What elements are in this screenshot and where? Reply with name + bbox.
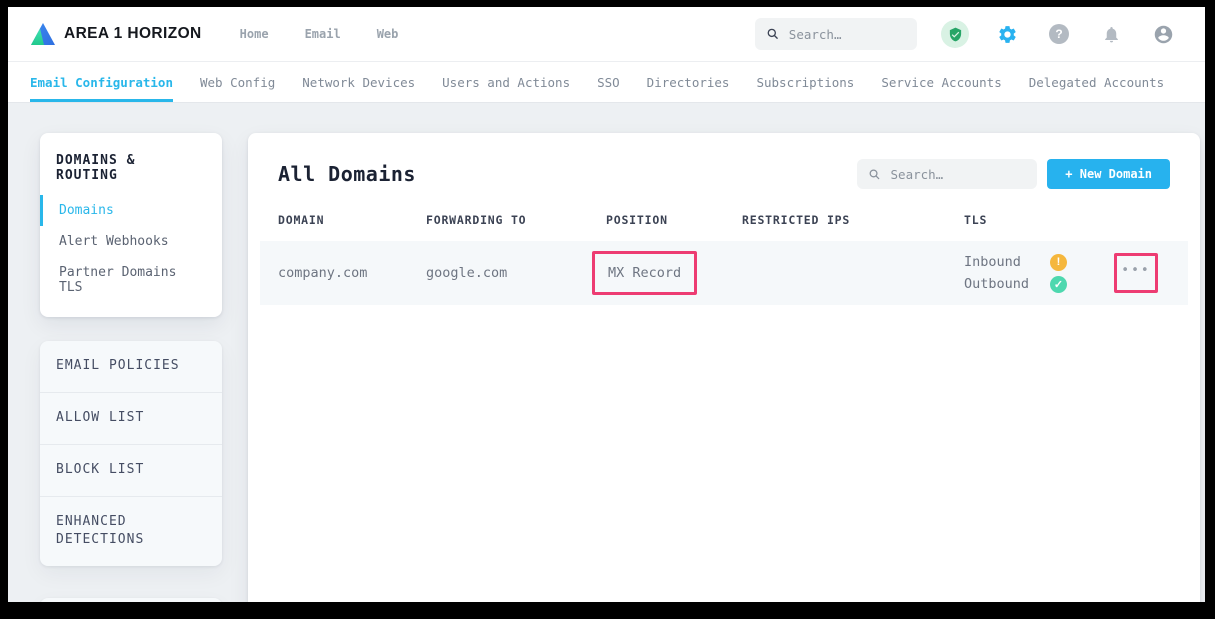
col-tls: TLS: [964, 213, 1114, 227]
cell-forwarding-to: google.com: [426, 265, 606, 281]
tls-outbound-label: Outbound: [964, 276, 1050, 292]
area1-triangle-icon: [30, 22, 56, 46]
col-restricted-ips: RESTRICTED IPS: [742, 213, 964, 227]
position-value-highlighted: MX Record: [592, 251, 697, 295]
brand-logo[interactable]: AREA 1 HORIZON: [30, 22, 202, 46]
all-domains-card: All Domains + New Domain DOMAIN FORWA: [248, 133, 1200, 602]
tab-delegated-accounts[interactable]: Delegated Accounts: [1029, 62, 1164, 102]
top-bar-right: ?: [755, 18, 1177, 50]
row-actions-button-highlighted[interactable]: •••: [1114, 253, 1158, 293]
col-position: POSITION: [606, 213, 742, 227]
page-body: DOMAINS & ROUTING Domains Alert Webhooks…: [8, 103, 1205, 602]
top-bar: AREA 1 HORIZON Home Email Web: [8, 7, 1205, 62]
col-forwarding-to: FORWARDING TO: [426, 213, 606, 227]
security-status-button[interactable]: [941, 20, 969, 48]
cell-tls: Inbound ! Outbound ✓: [964, 254, 1114, 293]
domains-routing-title: DOMAINS & ROUTING: [40, 153, 222, 183]
top-nav: Home Email Web: [240, 27, 399, 41]
account-icon: [1153, 24, 1174, 45]
sidebar: DOMAINS & ROUTING Domains Alert Webhooks…: [40, 133, 222, 602]
search-icon: [767, 27, 779, 41]
top-nav-email[interactable]: Email: [305, 27, 341, 41]
tls-inbound-warning-icon: !: [1050, 254, 1067, 271]
sidebar-item-enhanced-detections[interactable]: ENHANCED DETECTIONS: [40, 497, 190, 567]
sidebar-item-block-list[interactable]: BLOCK LIST: [40, 445, 222, 497]
tab-email-configuration[interactable]: Email Configuration: [30, 62, 173, 102]
help-icon: ?: [1049, 24, 1069, 44]
sidebar-item-retract-settings[interactable]: RETRACT SETTINGS: [40, 598, 222, 602]
sidebar-item-domains[interactable]: Domains: [40, 195, 222, 226]
table-header-row: DOMAIN FORWARDING TO POSITION RESTRICTED…: [278, 213, 1170, 241]
domains-routing-card: DOMAINS & ROUTING Domains Alert Webhooks…: [40, 133, 222, 317]
top-nav-home[interactable]: Home: [240, 27, 269, 41]
domains-search[interactable]: [857, 159, 1037, 189]
bell-icon: [1102, 25, 1121, 44]
app-window: AREA 1 HORIZON Home Email Web: [8, 7, 1205, 602]
notifications-button[interactable]: [1097, 20, 1125, 48]
tls-outbound-check-icon: ✓: [1050, 276, 1067, 293]
config-tabs: Email Configuration Web Config Network D…: [8, 62, 1205, 103]
tab-sso[interactable]: SSO: [597, 62, 620, 102]
page-title: All Domains: [278, 162, 416, 186]
tab-users-and-actions[interactable]: Users and Actions: [442, 62, 570, 102]
domains-table: DOMAIN FORWARDING TO POSITION RESTRICTED…: [278, 213, 1170, 305]
account-button[interactable]: [1149, 20, 1177, 48]
tab-subscriptions[interactable]: Subscriptions: [756, 62, 854, 102]
top-nav-web[interactable]: Web: [377, 27, 399, 41]
tls-inbound-label: Inbound: [964, 254, 1050, 270]
shield-check-icon: [941, 20, 969, 48]
policies-card: EMAIL POLICIES ALLOW LIST BLOCK LIST ENH…: [40, 341, 222, 566]
gear-icon: [997, 24, 1018, 45]
settings-button[interactable]: [993, 20, 1021, 48]
global-search-input[interactable]: [789, 27, 905, 42]
new-domain-button[interactable]: + New Domain: [1047, 159, 1170, 189]
brand-name: AREA 1 HORIZON: [64, 25, 202, 43]
help-button[interactable]: ?: [1045, 20, 1073, 48]
tab-web-config[interactable]: Web Config: [200, 62, 275, 102]
sidebar-item-alert-webhooks[interactable]: Alert Webhooks: [40, 226, 222, 257]
all-domains-header: All Domains + New Domain: [278, 159, 1170, 189]
tab-directories[interactable]: Directories: [647, 62, 730, 102]
tab-service-accounts[interactable]: Service Accounts: [881, 62, 1001, 102]
sidebar-item-email-policies[interactable]: EMAIL POLICIES: [40, 341, 222, 393]
search-icon: [869, 168, 880, 181]
tab-network-devices[interactable]: Network Devices: [302, 62, 415, 102]
col-domain: DOMAIN: [278, 213, 426, 227]
global-search[interactable]: [755, 18, 917, 50]
table-row: company.com google.com MX Record Inbound…: [260, 241, 1188, 305]
sidebar-item-allow-list[interactable]: ALLOW LIST: [40, 393, 222, 445]
domains-search-input[interactable]: [891, 167, 1026, 182]
cell-domain: company.com: [278, 265, 426, 281]
sidebar-item-partner-domains-tls[interactable]: Partner Domains TLS: [40, 257, 222, 303]
